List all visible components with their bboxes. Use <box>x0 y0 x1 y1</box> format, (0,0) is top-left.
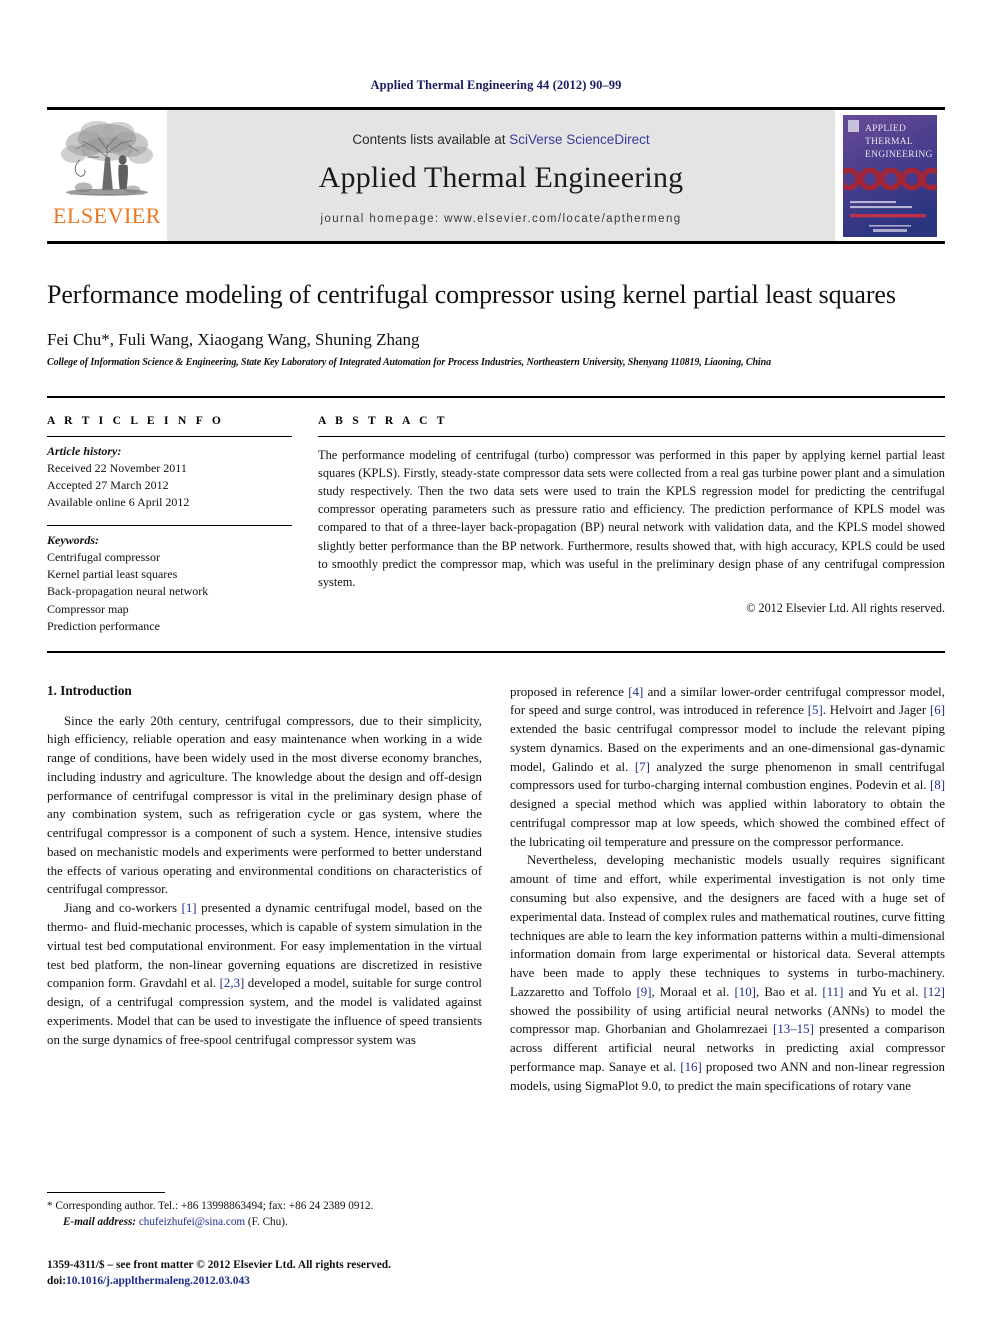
keyword-item: Back-propagation neural network <box>47 584 209 599</box>
contents-lists-line: Contents lists available at SciVerse Sci… <box>352 132 649 147</box>
title-block: Performance modeling of centrifugal comp… <box>47 278 945 368</box>
abstract-heading: A B S T R A C T <box>318 415 448 428</box>
citation-ref[interactable]: [8] <box>930 778 945 792</box>
doi-link[interactable]: 10.1016/j.applthermaleng.2012.03.043 <box>66 1275 250 1287</box>
footnote-line: * Corresponding author. Tel.: +86 139988… <box>47 1199 477 1215</box>
footnote-divider <box>47 1192 165 1193</box>
paper-page: Applied Thermal Engineering 44 (2012) 90… <box>0 0 992 1323</box>
history-item: Available online 6 April 2012 <box>47 495 190 510</box>
journal-band: Contents lists available at SciVerse Sci… <box>167 110 835 241</box>
corresponding-author-footnote: * Corresponding author. Tel.: +86 139988… <box>47 1192 477 1231</box>
citation-ref[interactable]: [1] <box>182 901 197 915</box>
text-run: and Yu et al. <box>843 984 924 999</box>
left-column: 1. Introduction Since the early 20th cen… <box>47 683 482 1096</box>
sciencedirect-link[interactable]: SciVerse ScienceDirect <box>509 132 649 147</box>
keyword-item: Prediction performance <box>47 618 160 633</box>
citation-ref[interactable]: [16] <box>680 1060 701 1074</box>
doi-line: doi:10.1016/j.applthermaleng.2012.03.043 <box>47 1274 517 1290</box>
section-heading-introduction: 1. Introduction <box>47 682 132 698</box>
article-info-column: A R T I C L E I N F O Article history: R… <box>47 415 292 634</box>
svg-text:THERMAL: THERMAL <box>865 137 913 147</box>
text-run: designed a special method which was appl… <box>510 797 945 849</box>
abstract-text: The performance modeling of centrifugal … <box>318 448 945 589</box>
text-run: , Bao et al. <box>755 984 823 999</box>
article-history-label: Article history: <box>47 444 122 459</box>
citation-ref[interactable]: [5] <box>808 703 823 717</box>
article-info-heading: A R T I C L E I N F O <box>47 415 225 428</box>
keyword-item: Compressor map <box>47 601 129 616</box>
email-link[interactable]: chufeizhufei@sina.com <box>139 1216 245 1228</box>
issn-copyright-footer: 1359-4311/$ – see front matter © 2012 El… <box>47 1258 517 1289</box>
citation-ref[interactable]: [12] <box>924 985 945 999</box>
doi-prefix: doi: <box>47 1274 66 1287</box>
elsevier-logo-block: ELSEVIER <box>47 110 167 241</box>
citation-ref[interactable]: [4] <box>628 685 643 699</box>
page-title: Performance modeling of centrifugal comp… <box>47 280 896 309</box>
email-label: E-mail address: <box>63 1215 137 1228</box>
footnote-contact: Corresponding author. Tel.: +86 13998863… <box>55 1200 374 1212</box>
history-item: Accepted 27 March 2012 <box>47 478 169 493</box>
citation-ref[interactable]: [10] <box>734 985 755 999</box>
journal-cover-block: APPLIED THERMAL ENGINEERING <box>835 110 945 241</box>
keyword-item: Centrifugal compressor <box>47 550 160 565</box>
text-run: proposed in reference <box>510 684 629 699</box>
keyword-item: Kernel partial least squares <box>47 567 178 582</box>
footnote-marker: * <box>47 1200 53 1212</box>
elsevier-tree-icon <box>61 120 153 196</box>
keywords-group: Keywords: Centrifugal compressor Kernel … <box>47 526 292 634</box>
paragraph: proposed in reference [4] and a similar … <box>510 683 945 852</box>
svg-text:ENGINEERING: ENGINEERING <box>865 150 933 160</box>
contents-prefix: Contents lists available at <box>352 132 510 147</box>
right-column: proposed in reference [4] and a similar … <box>510 683 945 1096</box>
text-run: , Moraal et al. <box>651 984 735 999</box>
running-head: Applied Thermal Engineering 44 (2012) 90… <box>370 78 622 92</box>
journal-homepage-link[interactable]: journal homepage: www.elsevier.com/locat… <box>320 213 681 225</box>
email-author-suffix: (F. Chu). <box>247 1215 288 1228</box>
abstract-column: A B S T R A C T The performance modeling… <box>318 415 945 634</box>
article-history-group: Article history: Received 22 November 20… <box>47 437 292 511</box>
footnote-email-line: E-mail address: chufeizhufei@sina.com (F… <box>47 1215 477 1231</box>
info-abstract-region: A R T I C L E I N F O Article history: R… <box>47 396 945 634</box>
text-run: Nevertheless, developing mechanistic mod… <box>510 853 945 999</box>
paragraph: Jiang and co-workers [1] presented a dyn… <box>47 899 482 1049</box>
citation-ref[interactable]: [7] <box>635 760 650 774</box>
text-run: Jiang and co-workers <box>64 901 182 916</box>
citation-ref[interactable]: [13–15] <box>773 1022 814 1036</box>
citation-ref[interactable]: [6] <box>930 703 945 717</box>
citation-ref[interactable]: [9] <box>637 985 652 999</box>
citation-ref[interactable]: [2,3] <box>220 976 245 990</box>
paragraph: Since the early 20th century, centrifuga… <box>47 713 482 897</box>
history-item: Received 22 November 2011 <box>47 461 187 476</box>
affiliation: College of Information Science & Enginee… <box>47 357 771 369</box>
journal-masthead: ELSEVIER Contents lists available at Sci… <box>47 107 945 244</box>
citation-ref[interactable]: [11] <box>822 985 843 999</box>
abstract-copyright: © 2012 Elsevier Ltd. All rights reserved… <box>746 600 945 615</box>
journal-cover-image: APPLIED THERMAL ENGINEERING <box>843 114 937 237</box>
abstract-bottom-divider <box>47 650 945 653</box>
svg-text:APPLIED: APPLIED <box>865 124 906 134</box>
journal-title: Applied Thermal Engineering <box>318 161 684 194</box>
issn-line: 1359-4311/$ – see front matter © 2012 El… <box>47 1259 391 1271</box>
author-list: Fei Chu*, Fuli Wang, Xiaogang Wang, Shun… <box>47 330 420 350</box>
paragraph: Nevertheless, developing mechanistic mod… <box>510 851 945 1095</box>
elsevier-wordmark: ELSEVIER <box>53 203 161 228</box>
keywords-label: Keywords: <box>47 533 99 548</box>
body-columns: 1. Introduction Since the early 20th cen… <box>47 683 945 1096</box>
text-run: . Helvoirt and Jager <box>822 703 930 718</box>
